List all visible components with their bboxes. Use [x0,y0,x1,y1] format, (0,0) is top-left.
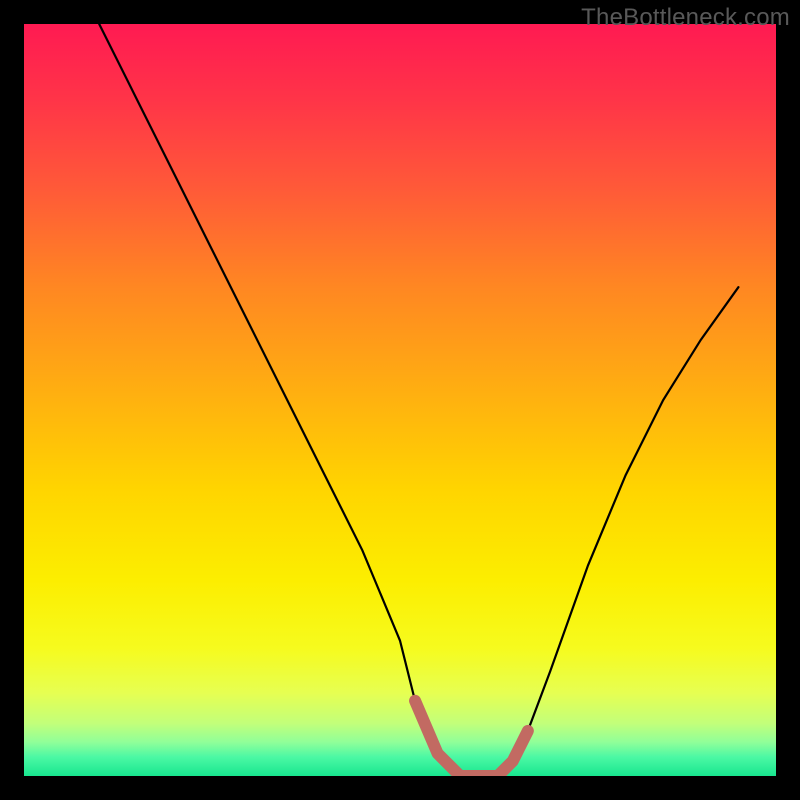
plot-area [24,24,776,776]
chart-svg [24,24,776,776]
chart-frame: TheBottleneck.com [0,0,800,800]
watermark-text: TheBottleneck.com [581,4,790,32]
